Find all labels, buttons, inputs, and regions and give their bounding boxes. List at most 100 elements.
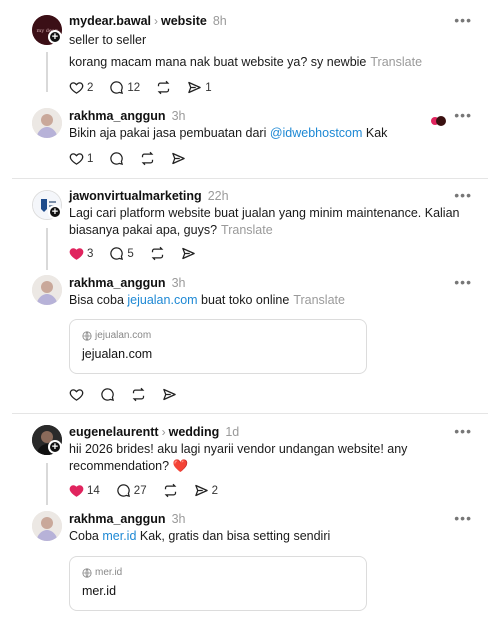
like-count: 2: [87, 81, 94, 94]
reply-button[interactable]: 27: [116, 483, 147, 498]
card-domain: mer.id: [82, 567, 354, 578]
like-count: 3: [87, 247, 94, 260]
post-actions: [69, 387, 193, 402]
chevron-right-icon: ›: [154, 14, 158, 28]
username[interactable]: eugenelaurentt: [69, 425, 159, 439]
avatar[interactable]: [32, 275, 62, 305]
post-header: rakhma_anggun 3h: [69, 109, 185, 123]
reply-button[interactable]: 5: [109, 246, 134, 261]
heart-icon: [69, 389, 84, 401]
reply-count: 12: [127, 81, 141, 94]
reply-button[interactable]: 12: [109, 80, 140, 95]
threads-feed: my dear + mydear.bawal › website 8h ••• sel…: [0, 0, 500, 621]
send-icon: [194, 484, 208, 497]
post-text: Bikin aja pakai jasa pembuatan dari @idw…: [69, 126, 388, 140]
like-button[interactable]: 3: [69, 246, 93, 261]
url-link[interactable]: mer.id: [102, 529, 136, 543]
like-button[interactable]: 14: [69, 483, 100, 498]
reply-button[interactable]: [109, 151, 124, 166]
reaction-avatars[interactable]: [430, 114, 446, 126]
send-icon: [188, 81, 201, 94]
url-link[interactable]: jejualan.com: [127, 293, 197, 307]
send-icon: [163, 388, 176, 401]
avatar-image: [32, 275, 62, 305]
follow-plus-icon[interactable]: +: [48, 205, 62, 219]
share-count: 2: [211, 484, 218, 497]
thread-line: [46, 228, 48, 270]
username[interactable]: jawonvirtualmarketing: [69, 189, 202, 203]
post-actions: 1: [69, 151, 202, 166]
more-options-icon[interactable]: •••: [454, 107, 472, 123]
follow-plus-icon[interactable]: +: [48, 30, 62, 44]
timestamp: 3h: [171, 276, 186, 290]
reply-button[interactable]: [100, 387, 115, 402]
reply-count: 27: [133, 484, 147, 497]
link-preview-card[interactable]: mer.id mer.id: [69, 556, 367, 611]
share-count: 1: [205, 81, 212, 94]
post-header: jawonvirtualmarketing 22h: [69, 189, 229, 203]
comment-icon: [101, 388, 115, 402]
repost-icon: [132, 387, 145, 402]
avatar[interactable]: [32, 511, 62, 541]
username[interactable]: rakhma_anggun: [69, 109, 166, 123]
mention-link[interactable]: @idwebhostcom: [270, 126, 363, 140]
repost-icon: [151, 246, 164, 261]
thread-line: [46, 52, 48, 92]
comment-icon: [117, 484, 130, 498]
card-title: jejualan.com: [82, 347, 153, 361]
translate-link[interactable]: Translate: [370, 55, 422, 69]
share-button[interactable]: [162, 387, 177, 402]
post-text: Coba mer.id Kak, gratis dan bisa setting…: [69, 529, 331, 543]
repost-button[interactable]: [131, 387, 146, 402]
more-options-icon[interactable]: •••: [454, 423, 472, 439]
repost-button[interactable]: [163, 483, 178, 498]
follow-plus-icon[interactable]: +: [48, 440, 62, 454]
like-count: 14: [87, 484, 100, 497]
share-button[interactable]: [181, 246, 196, 261]
divider: [12, 413, 488, 414]
timestamp: 22h: [207, 189, 229, 203]
more-options-icon[interactable]: •••: [454, 12, 472, 28]
link-preview-card[interactable]: jejualan.com jejualan.com: [69, 319, 367, 374]
username[interactable]: mydear.bawal: [69, 14, 151, 28]
avatar[interactable]: [32, 108, 62, 138]
like-button[interactable]: [69, 387, 84, 402]
share-button[interactable]: 1: [187, 80, 212, 95]
avatar-image: [32, 511, 62, 541]
post-text: Bisa coba jejualan.com buat toko online T…: [69, 293, 345, 307]
more-options-icon[interactable]: •••: [454, 187, 472, 203]
repost-icon: [157, 80, 170, 95]
reply-count: 5: [127, 247, 134, 260]
username[interactable]: rakhma_anggun: [69, 276, 166, 290]
share-button[interactable]: 2: [194, 483, 218, 498]
more-options-icon[interactable]: •••: [454, 274, 472, 290]
post-actions: 14 27 2: [69, 483, 234, 498]
like-button[interactable]: 2: [69, 80, 93, 95]
card-title: mer.id: [82, 584, 117, 598]
like-button[interactable]: 1: [69, 151, 93, 166]
heart-icon: [69, 153, 84, 165]
comment-icon: [110, 81, 124, 95]
repost-button[interactable]: [150, 246, 165, 261]
chevron-right-icon: ›: [161, 425, 166, 439]
more-options-icon[interactable]: •••: [454, 510, 472, 526]
timestamp: 3h: [171, 512, 186, 526]
topic-tag[interactable]: website: [161, 14, 207, 28]
post-header: rakhma_anggun 3h: [69, 276, 185, 290]
heart-emoji: ❤️: [172, 459, 189, 473]
comment-icon: [110, 152, 124, 166]
globe-icon: [82, 330, 92, 341]
avatar-image: [32, 108, 62, 138]
translate-link[interactable]: Translate: [221, 223, 273, 237]
topic-tag[interactable]: wedding: [169, 425, 220, 439]
post-header: rakhma_anggun 3h: [69, 512, 185, 526]
repost-icon: [164, 483, 176, 498]
repost-button[interactable]: [156, 80, 171, 95]
repost-button[interactable]: [140, 151, 155, 166]
username[interactable]: rakhma_anggun: [69, 512, 166, 526]
like-count: 1: [87, 152, 94, 165]
post-text: korang macam mana nak buat website ya? s…: [69, 55, 423, 69]
heart-icon: [69, 82, 84, 94]
translate-link[interactable]: Translate: [293, 293, 345, 307]
share-button[interactable]: [171, 151, 186, 166]
